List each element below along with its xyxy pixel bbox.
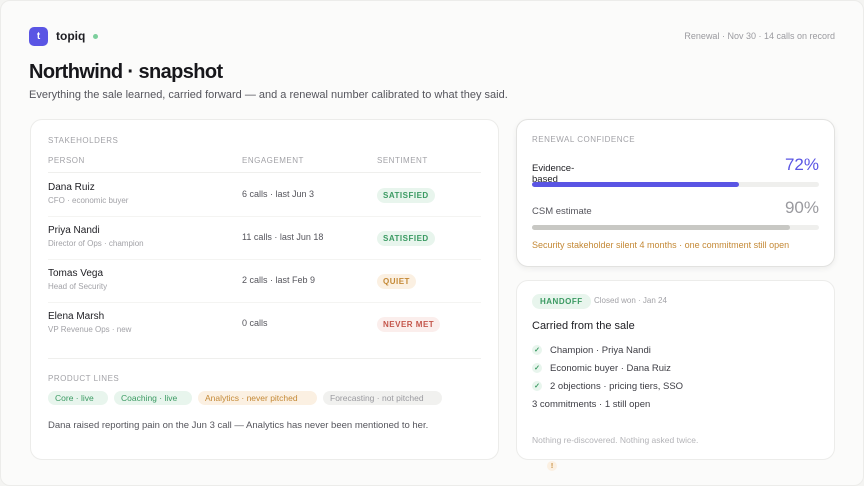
csm-metric: CSM estimate 90% <box>532 198 819 234</box>
metric-value: 72% <box>784 155 819 174</box>
handoff-footer: Nothing re-discovered. Nothing asked twi… <box>532 435 699 445</box>
product-lines: Core · live Coaching · live Analytics · … <box>48 391 442 405</box>
sentiment-badge: Quiet <box>377 274 416 289</box>
evidence-metric: Evidence-based 72% <box>532 155 819 191</box>
stakeholder-role: VP Revenue Ops · new <box>48 325 132 334</box>
renewal-confidence-card: Renewal confidence Evidence-based 72% CS… <box>516 119 835 267</box>
sentiment-badge: Satisfied <box>377 188 435 203</box>
handoff-item: ✓ Economic buyer · Dana Ruiz <box>532 359 683 377</box>
risk-warning: Security stakeholder silent 4 months · o… <box>532 240 790 250</box>
progress-track <box>532 182 819 187</box>
stakeholder-engagement: 2 calls · last Feb 9 <box>242 275 316 285</box>
handoff-item-text: Champion · Priya Nandi <box>550 344 651 356</box>
stakeholder-engagement: 0 calls <box>242 318 268 328</box>
product-line-tag[interactable]: Analytics · never pitched <box>198 391 317 405</box>
top-bar: t topiq Renewal · Nov 30 · 14 calls on r… <box>29 25 835 47</box>
check-icon: ✓ <box>532 345 542 355</box>
progress-fill <box>532 182 739 187</box>
stakeholder-row[interactable]: Tomas Vega Head of Security 2 calls · la… <box>48 259 481 302</box>
brand-logo[interactable]: t <box>29 26 48 46</box>
stakeholder-row[interactable]: Elena Marsh VP Revenue Ops · new 0 calls… <box>48 302 481 345</box>
stakeholder-engagement: 6 calls · last Jun 3 <box>242 189 315 199</box>
stakeholder-role: Head of Security <box>48 282 108 291</box>
progress-fill <box>532 225 791 230</box>
check-icon: ✓ <box>532 363 542 373</box>
renewal-meta: Renewal · Nov 30 · 14 calls on record <box>684 31 835 41</box>
stakeholders-card: Stakeholders Person Engagement Sentiment… <box>30 119 499 460</box>
renewal-confidence-label: Renewal confidence <box>532 135 636 144</box>
insight-note: Dana raised reporting pain on the Jun 3 … <box>48 420 429 431</box>
handoff-item-text: Economic buyer · Dana Ruiz <box>550 362 671 374</box>
product-line-tag[interactable]: Coaching · live <box>114 391 192 405</box>
brand-name: topiq <box>56 29 86 43</box>
sentiment-badge: Never met <box>377 317 441 332</box>
metric-value: 90% <box>784 198 819 217</box>
stakeholder-name: Tomas Vega <box>48 268 104 279</box>
handoff-item: ! 3 commitments · 1 still open <box>532 395 683 471</box>
stakeholder-row[interactable]: Priya Nandi Director of Ops · champion 1… <box>48 216 481 259</box>
check-icon: ✓ <box>532 381 542 391</box>
handoff-items: ✓ Champion · Priya Nandi ✓ Economic buye… <box>532 341 683 471</box>
column-header-sentiment: Sentiment <box>377 156 428 165</box>
section-divider <box>48 358 481 359</box>
handoff-card: Handoff Closed won · Jan 24 Carried from… <box>516 280 835 471</box>
product-line-tag[interactable]: Forecasting · not pitched <box>323 391 442 405</box>
status-dot <box>93 33 99 39</box>
page-subtitle: Everything the sale learned, carried for… <box>29 89 508 101</box>
stakeholder-role: CFO · economic buyer <box>48 196 129 205</box>
handoff-title: Carried from the sale <box>532 320 635 332</box>
stakeholder-role: Director of Ops · champion <box>48 239 144 248</box>
stakeholder-name: Priya Nandi <box>48 225 100 236</box>
page-title: Northwind · snapshot <box>29 61 223 83</box>
handoff-item-text: 2 objections · pricing tiers, SSO <box>550 380 684 392</box>
progress-track <box>532 225 819 230</box>
handoff-item: ✓ 2 objections · pricing tiers, SSO <box>532 377 683 395</box>
handoff-badge: Handoff <box>532 294 591 309</box>
metric-label: CSM estimate <box>532 206 592 217</box>
handoff-item: ✓ Champion · Priya Nandi <box>532 341 683 359</box>
stakeholders-label: Stakeholders <box>48 136 119 145</box>
stakeholder-engagement: 11 calls · last Jun 18 <box>242 232 324 242</box>
app-frame: t topiq Renewal · Nov 30 · 14 calls on r… <box>0 0 864 486</box>
column-header-engagement: Engagement <box>242 156 304 165</box>
deal-status: Closed won · Jan 24 <box>594 296 667 305</box>
sentiment-badge: Satisfied <box>377 231 435 246</box>
stakeholder-name: Dana Ruiz <box>48 182 95 193</box>
column-header-person: Person <box>48 156 85 165</box>
product-line-tag[interactable]: Core · live <box>48 391 108 405</box>
stakeholder-name: Elena Marsh <box>48 311 105 322</box>
stakeholder-row[interactable]: Dana Ruiz CFO · economic buyer 6 calls ·… <box>48 173 481 216</box>
alert-icon: ! <box>547 461 557 471</box>
product-lines-label: Product lines <box>48 374 120 383</box>
handoff-item-text: 3 commitments · 1 still open <box>532 398 651 410</box>
